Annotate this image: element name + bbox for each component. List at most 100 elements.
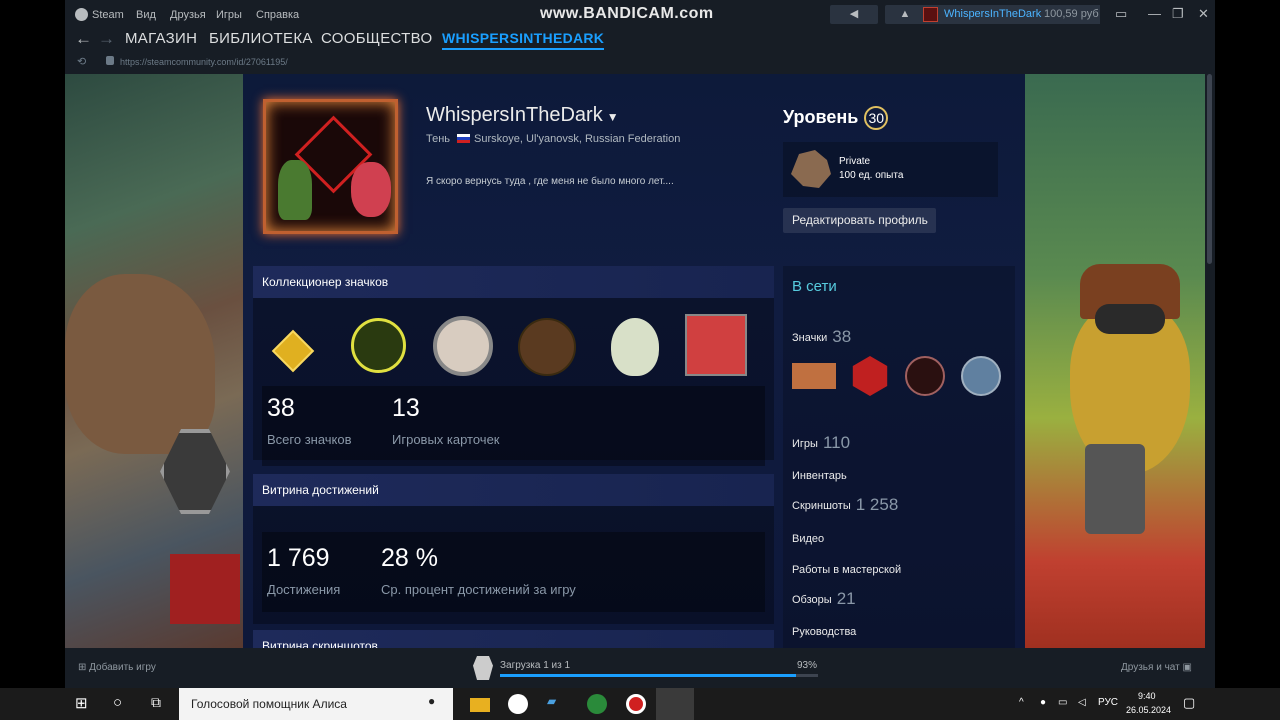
chevron-down-icon[interactable]: ▼ bbox=[607, 110, 619, 124]
windows-start-icon[interactable]: ⊞ bbox=[75, 694, 95, 714]
notifications-button[interactable]: ▲ bbox=[885, 5, 925, 24]
menu-help[interactable]: Справка bbox=[256, 9, 299, 21]
profile-background-left bbox=[65, 74, 243, 648]
trading-cards-count[interactable]: 13 bbox=[392, 394, 420, 423]
sidebar-reviews[interactable]: Обзоры 21 bbox=[792, 589, 856, 609]
add-game-button[interactable]: ⊞ Добавить игру bbox=[78, 662, 156, 673]
menu-games[interactable]: Игры bbox=[216, 9, 242, 21]
tray-chevron-icon[interactable]: ^ bbox=[1019, 697, 1024, 708]
pickaxe-badge-icon[interactable] bbox=[852, 356, 888, 396]
badge-stats: 38 Всего значков 13 Игровых карточек bbox=[262, 386, 765, 466]
notification-center-icon[interactable]: ▢ bbox=[1183, 695, 1195, 711]
bandicam-icon[interactable] bbox=[626, 694, 646, 714]
forward-arrow-icon[interactable]: → bbox=[98, 29, 115, 49]
url-bar: ⟲ https://steamcommunity.com/id/27061195… bbox=[65, 53, 1215, 73]
diamond-badge-icon[interactable] bbox=[271, 329, 315, 373]
achievements-label: Достижения bbox=[267, 582, 341, 597]
screenshot-showcase-title: Витрина скриншотов bbox=[253, 630, 774, 648]
tab-library[interactable]: БИБЛИОТЕКА bbox=[209, 30, 313, 47]
tab-community[interactable]: СООБЩЕСТВО bbox=[321, 30, 432, 47]
minimize-icon[interactable]: — bbox=[1148, 6, 1161, 21]
search-icon[interactable]: ○ bbox=[113, 694, 133, 714]
clock-date[interactable]: 26.05.2024 bbox=[1126, 705, 1171, 715]
lock-icon bbox=[106, 56, 114, 65]
tab-profile[interactable]: WHISPERSINTHEDARK bbox=[442, 30, 605, 50]
bandicam-watermark: www.BANDICAM.com bbox=[540, 5, 714, 22]
steam-window: Steam Вид Друзья Игры Справка www.BANDIC… bbox=[65, 0, 1215, 688]
goblin-badge-icon[interactable] bbox=[685, 314, 747, 376]
steam-taskbar-button[interactable] bbox=[656, 688, 694, 720]
profile-name[interactable]: WhispersInTheDark ▼ bbox=[426, 104, 619, 127]
total-badges-label: Всего значков bbox=[267, 432, 352, 447]
account-menu[interactable]: WhispersInTheDark 100,59 руб bbox=[920, 5, 1100, 24]
language-indicator[interactable]: РУС bbox=[1098, 697, 1118, 708]
profile-level: Уровень 30 bbox=[783, 106, 889, 130]
url-text[interactable]: https://steamcommunity.com/id/27061195/ bbox=[120, 57, 288, 67]
reload-icon[interactable]: ⟲ bbox=[77, 55, 86, 68]
yandex-browser-icon[interactable] bbox=[508, 694, 528, 714]
watch-badge-icon[interactable] bbox=[433, 316, 493, 376]
clock-time[interactable]: 9:40 bbox=[1138, 691, 1156, 701]
sidebar-games[interactable]: Игры 110 bbox=[792, 433, 850, 453]
edit-profile-button[interactable]: Редактировать профиль bbox=[783, 208, 936, 233]
download-status[interactable]: Загрузка 1 из 1 bbox=[500, 660, 570, 671]
emblem-badge-icon[interactable] bbox=[905, 356, 945, 396]
scrollbar-thumb[interactable] bbox=[1207, 74, 1212, 264]
badges-label: Значки bbox=[792, 332, 828, 344]
menu-steam[interactable]: Steam bbox=[92, 9, 124, 21]
close-icon[interactable]: ✕ bbox=[1198, 6, 1209, 22]
100-badge-icon[interactable] bbox=[792, 363, 836, 389]
profile-realname: Тень bbox=[426, 133, 451, 145]
announce-button[interactable]: ◀ bbox=[830, 5, 878, 24]
mic-tray-icon[interactable]: ● bbox=[1040, 697, 1046, 708]
file-explorer-icon[interactable] bbox=[470, 698, 490, 712]
game-download-icon[interactable] bbox=[473, 656, 493, 680]
snail-badge-icon[interactable] bbox=[518, 318, 576, 376]
maximize-icon[interactable]: ❐ bbox=[1172, 6, 1184, 22]
sidebar-videos[interactable]: Видео bbox=[792, 533, 824, 545]
sidebar-workshop[interactable]: Работы в мастерской bbox=[792, 564, 901, 576]
profile-background-right bbox=[1025, 74, 1205, 648]
achievement-showcase-title: Витрина достижений bbox=[253, 474, 774, 506]
achievement-stats: 1 769 Достижения 28 % Ср. процент достиж… bbox=[262, 532, 765, 612]
favorite-badge-name: Private bbox=[839, 156, 871, 167]
page-scrollbar[interactable] bbox=[1205, 74, 1215, 648]
dota-badge-icon[interactable] bbox=[351, 318, 406, 373]
wps-icon[interactable] bbox=[587, 694, 607, 714]
profile-page: WhispersInTheDark ▼ Тень Surskoye, Ul'yano… bbox=[65, 74, 1205, 648]
achievements-count[interactable]: 1 769 bbox=[267, 544, 330, 573]
volume-icon[interactable]: ◁ bbox=[1078, 697, 1086, 708]
total-badges-count[interactable]: 38 bbox=[267, 394, 295, 423]
favorite-badge[interactable]: Private 100 ед. опыта bbox=[783, 142, 998, 197]
badge-showcase-title: Коллекционер значков bbox=[253, 266, 774, 298]
sidebar-screenshots[interactable]: Скриншоты 1 258 bbox=[792, 495, 898, 515]
bottom-bar: ⊞ Добавить игру Загрузка 1 из 1 93% Друз… bbox=[65, 648, 1215, 688]
badge-collector-showcase: Коллекционер значков 38 Всего значков 13… bbox=[253, 266, 774, 466]
task-view-icon[interactable]: ⧉ bbox=[151, 694, 171, 714]
alice-search-box[interactable]: Голосовой помощник Алиса bbox=[179, 688, 453, 720]
friends-icon: ▣ bbox=[1182, 662, 1192, 673]
bigpicture-icon[interactable]: ▭ bbox=[1115, 6, 1127, 22]
borderlands-badge-icon[interactable] bbox=[961, 356, 1001, 396]
steam-logo-icon bbox=[75, 8, 88, 21]
menu-friends[interactable]: Друзья bbox=[170, 9, 206, 21]
tab-store[interactable]: МАГАЗИН bbox=[125, 30, 197, 47]
profile-name-text: WhispersInTheDark bbox=[426, 104, 603, 126]
app-icon[interactable]: ▰ bbox=[547, 694, 567, 714]
back-arrow-icon[interactable]: ← bbox=[75, 29, 92, 49]
friends-chat-button[interactable]: Друзья и чат ▣ bbox=[1121, 662, 1192, 673]
sidebar-inventory[interactable]: Инвентарь bbox=[792, 470, 847, 482]
screenshot-showcase: Витрина скриншотов bbox=[253, 630, 774, 648]
alien-badge-icon[interactable] bbox=[611, 318, 659, 376]
microphone-icon[interactable]: ● bbox=[428, 694, 448, 714]
menu-view[interactable]: Вид bbox=[136, 9, 156, 21]
network-icon[interactable]: ▭ bbox=[1058, 697, 1067, 708]
screenshots-count: 1 258 bbox=[855, 495, 899, 514]
reviews-count: 21 bbox=[836, 589, 856, 608]
achievement-showcase: Витрина достижений 1 769 Достижения 28 %… bbox=[253, 474, 774, 624]
sidebar-guides[interactable]: Руководства bbox=[792, 626, 856, 638]
plus-icon: ⊞ bbox=[78, 662, 90, 673]
profile-sidebar: В сети Значки 38 Игры 110 Инвентарь Скринш… bbox=[783, 266, 1015, 648]
screenshots-label: Скриншоты bbox=[792, 500, 851, 512]
sidebar-badges[interactable]: Значки 38 bbox=[792, 327, 851, 347]
